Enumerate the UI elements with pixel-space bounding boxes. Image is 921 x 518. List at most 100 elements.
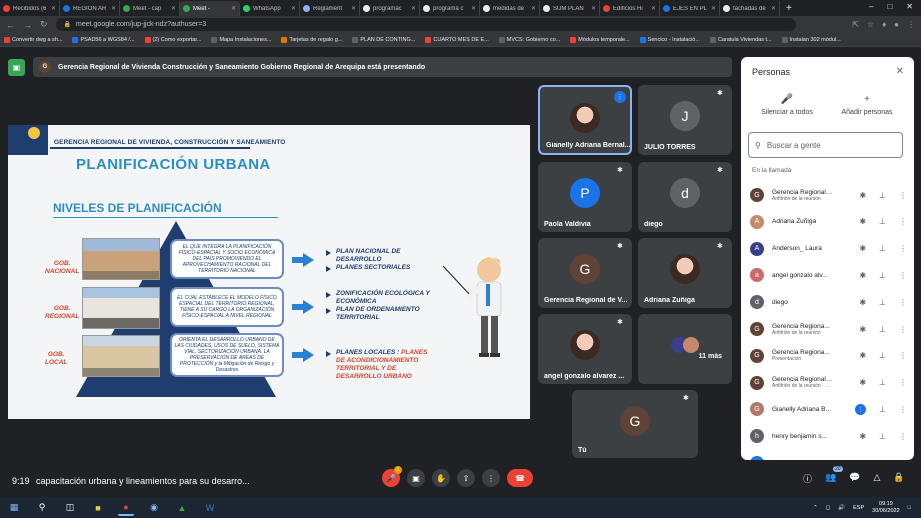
panel-close-icon[interactable]: ✕ (896, 66, 904, 77)
participant-tile[interactable]: 11 más (638, 314, 732, 384)
tab-close-icon[interactable]: ✕ (291, 5, 296, 12)
tab-close-icon[interactable]: ✕ (171, 5, 176, 12)
browser-tab[interactable]: Edificios Hi ✕ (600, 1, 660, 16)
bookmark-item[interactable]: Sencico - Instalació... (639, 36, 700, 43)
more-options-icon[interactable]: ⋮ (899, 271, 907, 280)
add-people-button[interactable]: + Añadir personas (827, 94, 907, 116)
pin-icon[interactable]: ⊥ (879, 191, 886, 200)
participant-row[interactable]: A Adriana Zuñiga ✱ ⊥ ⋮ (750, 209, 907, 235)
mic-off-icon[interactable]: ✱ (859, 325, 866, 334)
tab-close-icon[interactable]: ✕ (771, 5, 776, 12)
search-icon[interactable]: ⚲ (34, 500, 50, 516)
tab-close-icon[interactable]: ✕ (471, 5, 476, 12)
end-call-button[interactable]: ☎ (507, 469, 533, 487)
participant-row[interactable]: G Gerencia Regiona... Presentación ✱ ⊥ ⋮ (750, 343, 907, 369)
people-icon[interactable]: 👥 (825, 472, 836, 485)
more-options-icon[interactable]: ⋮ (899, 325, 907, 334)
participant-tile[interactable]: ⋮ Gianelly Adriana Bernal... (538, 85, 632, 155)
more-options-icon[interactable]: ⋮ (899, 432, 907, 441)
browser-tab[interactable]: REGION AR ✕ (60, 1, 120, 16)
participant-tile[interactable]: G ✱ Tú (572, 390, 698, 458)
participant-tile[interactable]: ✱ Adriana Zuñiga (638, 238, 732, 308)
pin-icon[interactable]: ⊥ (879, 432, 886, 441)
tray-chevron-icon[interactable]: ⌃ (813, 505, 818, 511)
new-tab-icon[interactable]: + (780, 1, 798, 16)
mic-off-button[interactable]: 🎤 1 (382, 466, 402, 487)
tab-close-icon[interactable]: ✕ (591, 5, 596, 12)
browser-tab[interactable]: programac ✕ (360, 1, 420, 16)
chrome-icon[interactable]: ● (118, 500, 134, 516)
forward-icon[interactable]: → (23, 20, 32, 30)
pin-icon[interactable]: ⊥ (879, 351, 886, 360)
participant-row[interactable]: G Gerencia Regiona... Anfitrión de la reun… (750, 316, 907, 342)
bookmark-star-icon[interactable]: ☆ (867, 20, 874, 29)
tab-close-icon[interactable]: ✕ (351, 5, 356, 12)
browser-tab[interactable]: Meet - cap ✕ (120, 1, 180, 16)
host-controls-icon[interactable]: 🔒 (893, 472, 904, 485)
raise-hand-button[interactable]: ✋ (432, 469, 450, 487)
windows-start-icon[interactable]: ▦ (6, 500, 22, 516)
file-explorer-icon[interactable]: ■ (90, 500, 106, 516)
people-search-input[interactable]: ⚲ Buscar a gente (748, 132, 903, 158)
more-options-icon[interactable]: ⋮ (899, 191, 907, 200)
mic-off-icon[interactable]: ✱ (859, 378, 866, 387)
browser-tab[interactable]: WhatsApp ✕ (240, 1, 300, 16)
more-options-icon[interactable]: ⋮ (899, 298, 907, 307)
more-options-button[interactable]: ⋮ (482, 469, 500, 487)
bookmark-item[interactable]: Instalan 302 módul... (781, 36, 841, 43)
browser-tab[interactable]: Recibidos (6 ✕ (0, 1, 60, 16)
mute-all-button[interactable]: 🎤 Silenciar a todos (747, 94, 827, 116)
tab-close-icon[interactable]: ✕ (111, 5, 116, 12)
participant-tile[interactable]: d ✱ diego (638, 162, 732, 232)
browser-tab[interactable]: fachadas de ✕ (720, 1, 780, 16)
photos-icon[interactable]: ▲ (174, 500, 190, 516)
bookmark-item[interactable]: Convertir dwg a sh... (4, 36, 62, 43)
browser-tab[interactable]: Reglament ✕ (300, 1, 360, 16)
pin-icon[interactable]: ⊥ (879, 244, 886, 253)
close-window-icon[interactable]: ✕ (906, 2, 913, 11)
mic-off-icon[interactable]: ✱ (859, 432, 866, 441)
more-options-icon[interactable]: ⋮ (899, 378, 907, 387)
minimize-icon[interactable]: – (869, 2, 873, 11)
more-options-icon[interactable]: ⋮ (899, 244, 907, 253)
bookmark-item[interactable]: Tarjetas de regalo g... (281, 36, 342, 43)
pin-icon[interactable]: ⊥ (879, 217, 886, 226)
network-icon[interactable]: ◻ (826, 505, 831, 511)
tab-close-icon[interactable]: ✕ (231, 5, 236, 12)
more-options-icon[interactable]: ⋮ (899, 217, 907, 226)
bookmark-item[interactable]: MVCS: Gobierno co... (498, 36, 560, 43)
browser-tab[interactable]: medidas de ✕ (480, 1, 540, 16)
tab-close-icon[interactable]: ✕ (651, 5, 656, 12)
participant-row[interactable]: d diego ✱ ⊥ ⋮ (750, 289, 907, 315)
mic-off-icon[interactable]: ✱ (859, 351, 866, 360)
bookmark-item[interactable]: Módulos temporale... (570, 36, 630, 43)
menu-dots-icon[interactable]: ⋮ (907, 20, 915, 29)
bookmark-item[interactable]: CUARTO MES DE E... (425, 36, 489, 43)
tray-clock[interactable]: 09:19 30/06/2022 (872, 501, 900, 515)
tab-close-icon[interactable]: ✕ (51, 5, 56, 12)
participant-tile[interactable]: J ✱ JULIO TORRES (638, 85, 732, 155)
browser-tab[interactable]: programa c ✕ (420, 1, 480, 16)
address-bar[interactable]: 🔒 meet.google.com/jup-jjck-ndz?authuser=… (55, 18, 796, 31)
activities-icon[interactable]: △ (873, 472, 880, 485)
vpn-icon[interactable]: ◉ (146, 500, 162, 516)
participant-row[interactable]: A Anderson_ Laura ✱ ⊥ ⋮ (750, 236, 907, 262)
present-button[interactable]: ⇧ (457, 469, 475, 487)
tab-close-icon[interactable]: ✕ (711, 5, 716, 12)
volume-icon[interactable]: 🔊 (838, 505, 845, 511)
pin-icon[interactable]: ⊥ (879, 298, 886, 307)
participant-tile[interactable]: P ✱ Paola Valdivia (538, 162, 632, 232)
participant-row[interactable]: G Gerencia Regional de Vivi...Anfitrión d… (750, 370, 907, 396)
maximize-icon[interactable]: □ (887, 2, 892, 11)
more-options-icon[interactable]: ⋮ (899, 459, 907, 461)
tab-close-icon[interactable]: ✕ (411, 5, 416, 12)
mic-off-icon[interactable]: ✱ (859, 459, 866, 461)
bookmark-item[interactable]: Caratula Viviendas t... (709, 36, 772, 43)
more-options-icon[interactable]: ⋮ (899, 351, 907, 360)
mic-off-icon[interactable]: ✱ (859, 191, 866, 200)
profile-icon[interactable]: ● (894, 20, 899, 29)
bookmark-item[interactable]: PLAN DE CONTING... (352, 36, 415, 43)
bookmark-item[interactable]: PSAD56 a WGS84 /... (72, 36, 135, 43)
pin-icon[interactable]: ⊥ (879, 378, 886, 387)
mic-off-icon[interactable]: ✱ (859, 298, 866, 307)
